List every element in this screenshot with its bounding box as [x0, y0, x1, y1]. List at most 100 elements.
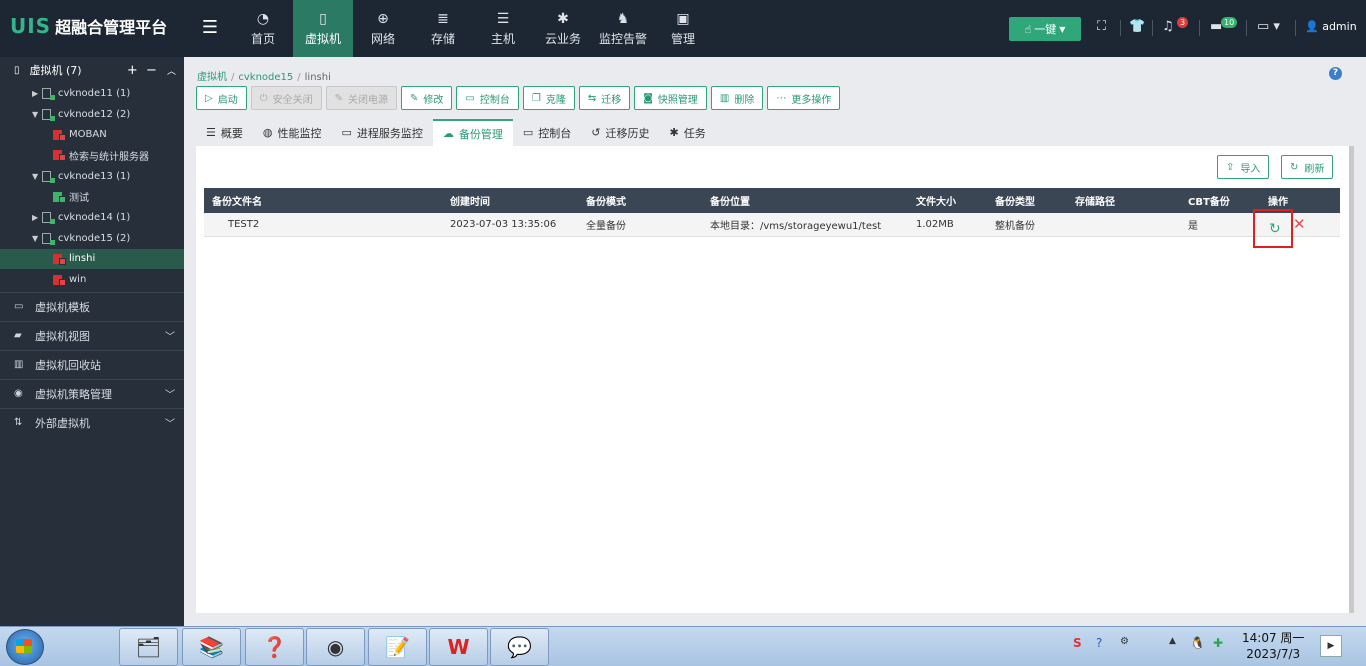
tab-1[interactable]: ◍ 性能监控: [253, 119, 332, 146]
import-button[interactable]: ⇪ 导入: [1217, 155, 1270, 179]
collapse-all-icon[interactable]: −: [146, 63, 157, 78]
topnav-globe[interactable]: ⊕ 网络: [353, 0, 413, 57]
toolbar-label: 快照管理: [657, 94, 698, 106]
column-header[interactable]: CBT备份: [1188, 188, 1230, 213]
theme-shirt-icon[interactable]: 👕: [1129, 19, 1145, 34]
column-header[interactable]: 创建时间: [450, 188, 490, 213]
tab-6[interactable]: ✱ 任务: [660, 119, 716, 146]
clone-icon: ❐: [531, 92, 541, 104]
tree-host[interactable]: ▼ cvknode15 (2): [0, 228, 184, 249]
notepad-icon[interactable]: 📝: [368, 628, 427, 666]
show-desktop-button[interactable]: ▶: [1320, 635, 1342, 657]
external-icon: ⇅: [14, 417, 23, 429]
one-key-button[interactable]: ☝ 一键 ▼: [1009, 17, 1081, 41]
help-app-icon[interactable]: ❓: [245, 628, 304, 666]
sidebar-menu-item[interactable]: ▰ 虚拟机视图 ﹀: [0, 320, 184, 350]
chrome-icon[interactable]: ◉: [306, 628, 365, 666]
migrate-button[interactable]: ⇆ 迁移: [578, 86, 631, 110]
help-tray-icon[interactable]: ?: [1096, 636, 1102, 650]
tree-label: linshi: [69, 253, 96, 265]
wechat-icon[interactable]: 💬: [490, 628, 549, 666]
table-cell: TEST2: [228, 219, 260, 230]
topnav-server[interactable]: ☰ 主机: [473, 0, 533, 57]
column-header[interactable]: 备份模式: [586, 188, 626, 213]
wps-icon[interactable]: W: [429, 628, 488, 666]
tab-5[interactable]: ↺ 迁移历史: [581, 119, 659, 146]
tab-3[interactable]: ☁ 备份管理: [432, 119, 513, 146]
restore-button[interactable]: ↻: [1253, 209, 1293, 248]
clock-time: 14:07 周一: [1242, 631, 1305, 645]
caret-down-icon[interactable]: ▼: [32, 234, 42, 243]
snapshot-button[interactable]: ◙ 快照管理: [634, 86, 707, 110]
logo[interactable]: UIS 超融合管理平台: [10, 14, 167, 38]
tree-label: MOBAN: [69, 129, 107, 141]
more-actions-button[interactable]: ⋯ 更多操作: [767, 86, 841, 110]
vm-tree: ▶ cvknode11 (1) ▼ cvknode12 (2) MOBAN 检索与统计服务…: [0, 83, 184, 290]
column-header[interactable]: 存储路径: [1075, 188, 1115, 213]
topnav-dashboard[interactable]: ◔ 首页: [233, 0, 293, 57]
fullscreen-icon[interactable]: ⛶: [1097, 19, 1106, 34]
topnav-gear[interactable]: ✱ 云业务: [533, 0, 593, 57]
chevron-up-icon[interactable]: ︿: [167, 67, 176, 77]
scrollbar[interactable]: [1349, 146, 1354, 613]
tree-host[interactable]: ▼ cvknode12 (2): [0, 104, 184, 125]
bell-icon[interactable]: ♫: [1162, 19, 1174, 34]
show-hidden-icons[interactable]: ▲: [1169, 636, 1176, 646]
sidebar-menu-item[interactable]: ▭ 虚拟机模板: [0, 291, 184, 321]
breadcrumb-root[interactable]: 虚拟机: [197, 72, 227, 83]
column-header[interactable]: 备份文件名: [212, 188, 262, 213]
toolbar-label: 迁移: [601, 94, 622, 106]
console-button[interactable]: ▭ 控制台: [456, 86, 519, 110]
caret-right-icon[interactable]: ▶: [32, 213, 42, 222]
tab-2[interactable]: ▭ 进程服务监控: [331, 119, 432, 146]
host-icon: [42, 108, 55, 121]
ime-settings-icon[interactable]: ⚙: [1120, 636, 1129, 647]
add-icon[interactable]: +: [127, 63, 138, 78]
clone-button[interactable]: ❐ 克隆: [522, 86, 575, 110]
tab-0[interactable]: ☰ 概要: [196, 119, 253, 146]
system-clock[interactable]: 14:07 周一 2023/7/3: [1242, 630, 1304, 662]
caret-right-icon[interactable]: ▶: [32, 89, 42, 98]
delete-button[interactable]: ▥ 删除: [710, 86, 764, 110]
column-header[interactable]: 文件大小: [916, 188, 956, 213]
caret-down-icon[interactable]: ▼: [32, 172, 42, 181]
topnav-database[interactable]: ≣ 存储: [413, 0, 473, 57]
tasks-badge: 10: [1221, 17, 1238, 28]
edit-button[interactable]: ✎ 修改: [401, 86, 453, 110]
tree-vm[interactable]: win: [0, 269, 184, 290]
table-row[interactable]: TEST2 2023-07-03 13:35:06 全量备份 本地目录：/vms/st…: [204, 213, 1340, 237]
column-header[interactable]: 备份类型: [995, 188, 1035, 213]
tree-host[interactable]: ▼ cvknode13 (1): [0, 166, 184, 187]
tree-vm[interactable]: 检索与统计服务器: [0, 145, 184, 166]
tree-host[interactable]: ▶ cvknode11 (1): [0, 83, 184, 104]
caret-down-icon[interactable]: ▼: [32, 110, 42, 119]
breadcrumb-host[interactable]: cvknode15: [238, 72, 293, 83]
help-icon[interactable]: ?: [1329, 67, 1342, 80]
tab-4[interactable]: ▭ 控制台: [513, 119, 581, 146]
topnav-monitor[interactable]: ▣ 管理: [653, 0, 713, 57]
start-button[interactable]: ▷ 启动: [196, 86, 247, 110]
window-icon[interactable]: ▭ ▾: [1257, 19, 1280, 34]
tab-icon: ☰: [206, 126, 216, 139]
topnav-vm[interactable]: ▯ 虚拟机: [293, 0, 353, 57]
menu-toggle-icon[interactable]: ☰: [200, 18, 220, 38]
tree-vm[interactable]: MOBAN: [0, 124, 184, 145]
sidebar-menu-item[interactable]: ◉ 虚拟机策略管理 ﹀: [0, 378, 184, 408]
archive-app-icon[interactable]: 📚: [182, 628, 241, 666]
vm-tabs: ☰ 概要 ◍ 性能监控 ▭ 进程服务监控 ☁ 备份管理 ▭ 控制台 ↺ 迁移历史 ✱ 任务: [196, 119, 716, 146]
sidebar-menu-item[interactable]: ⇅ 外部虚拟机 ﹀: [0, 407, 184, 437]
file-explorer-icon[interactable]: 🗂: [119, 628, 178, 666]
security-tray-icon[interactable]: ✚: [1213, 636, 1223, 650]
tree-vm[interactable]: 测试: [0, 186, 184, 207]
user-menu[interactable]: 👤 admin: [1305, 20, 1357, 33]
column-header[interactable]: 备份位置: [710, 188, 750, 213]
tree-vm[interactable]: linshi: [0, 248, 184, 270]
tree-host[interactable]: ▶ cvknode14 (1): [0, 207, 184, 228]
refresh-button[interactable]: ↻ 刷新: [1281, 155, 1334, 179]
sogou-ime-icon[interactable]: S: [1073, 636, 1082, 650]
qq-icon[interactable]: 🐧: [1190, 636, 1205, 650]
sidebar-vm-root[interactable]: ▯ 虚拟机 (7) + − ︿: [0, 57, 184, 83]
topnav-bell[interactable]: ♞ 监控告警: [593, 0, 653, 57]
delete-backup-icon[interactable]: ✕: [1293, 215, 1306, 233]
sidebar-menu-item[interactable]: ▥ 虚拟机回收站: [0, 349, 184, 379]
